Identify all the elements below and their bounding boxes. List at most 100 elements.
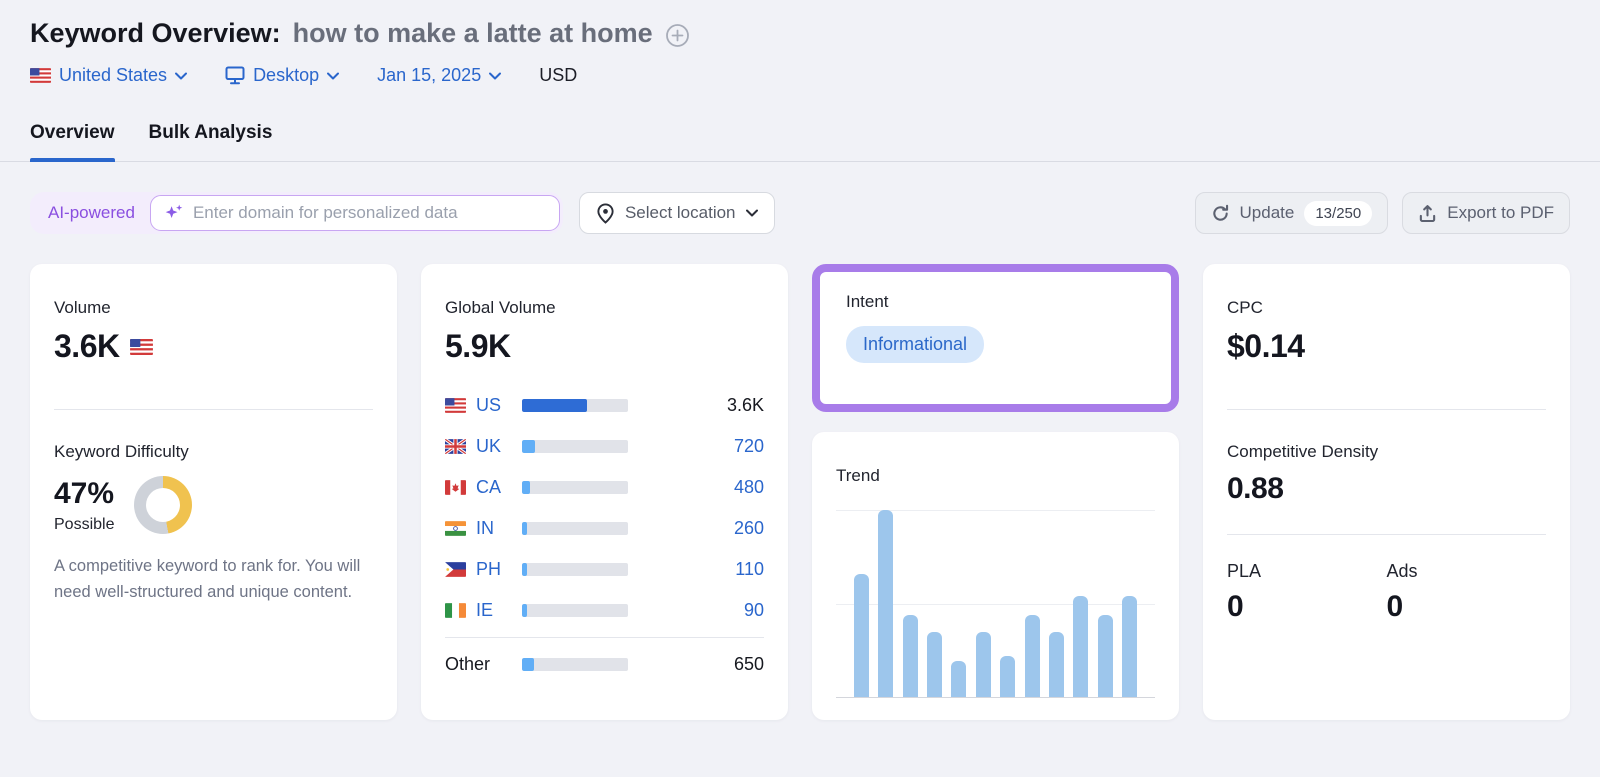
tabs-bar: Overview Bulk Analysis (0, 122, 1600, 162)
country-code-link[interactable]: US (476, 395, 512, 416)
volume-bar (522, 481, 628, 494)
cpc-card: CPC $0.14 Competitive Density 0.88 PLA 0… (1203, 264, 1570, 720)
volume-value: 3.6K (54, 328, 120, 365)
page-title: Keyword Overview: (30, 18, 281, 49)
page-header: Keyword Overview: how to make a latte at… (30, 18, 1570, 49)
intent-informational-badge[interactable]: Informational (846, 326, 984, 363)
filters-bar: United States Desktop Jan 15, 2025 USD (30, 65, 1570, 86)
tab-overview[interactable]: Overview (30, 122, 115, 161)
country-volume-value[interactable]: 480 (638, 477, 764, 498)
ph-flag-icon (445, 562, 466, 577)
trend-bar (854, 574, 869, 697)
tab-bulk-analysis[interactable]: Bulk Analysis (149, 122, 273, 161)
volume-bar (522, 399, 628, 412)
global-volume-row[interactable]: CA 480 (445, 473, 764, 501)
global-volume-row[interactable]: UK 720 (445, 432, 764, 460)
trend-bar (1098, 615, 1113, 697)
country-volume-value[interactable]: 90 (638, 600, 764, 621)
country-code-link[interactable]: CA (476, 477, 512, 498)
country-volume-value[interactable]: 110 (638, 559, 764, 580)
update-button[interactable]: Update 13/250 (1195, 192, 1389, 234)
date-selector[interactable]: Jan 15, 2025 (377, 65, 501, 86)
trend-bar (903, 615, 918, 697)
competitive-density-value: 0.88 (1227, 472, 1546, 506)
competitive-density-label: Competitive Density (1227, 442, 1546, 462)
country-volume-value[interactable]: 260 (638, 518, 764, 539)
divider (445, 637, 764, 638)
device-label: Desktop (253, 65, 319, 86)
sparkles-icon (164, 203, 184, 223)
global-volume-list: US 3.6K UK 720 CA 480 IN 260 PH 110 IE 90 (445, 391, 764, 624)
global-volume-row[interactable]: US 3.6K (445, 391, 764, 419)
divider (1227, 534, 1546, 535)
keyword-overview-page: Keyword Overview: how to make a latte at… (0, 18, 1600, 777)
ads-label: Ads (1387, 561, 1547, 582)
domain-input[interactable] (193, 203, 546, 223)
divider (1227, 409, 1546, 410)
update-quota-badge: 13/250 (1304, 201, 1372, 226)
global-volume-value: 5.9K (445, 328, 764, 365)
us-flag-icon (30, 68, 51, 83)
country-volume-value[interactable]: 720 (638, 436, 764, 457)
volume-bar (522, 563, 628, 576)
axis-baseline (836, 697, 1155, 698)
global-volume-label: Global Volume (445, 298, 764, 318)
global-volume-row[interactable]: PH 110 (445, 555, 764, 583)
volume-label: Volume (54, 298, 373, 318)
export-icon (1418, 204, 1437, 223)
chevron-down-icon (327, 72, 339, 80)
update-label: Update (1240, 203, 1295, 223)
export-pdf-button[interactable]: Export to PDF (1402, 192, 1570, 234)
country-code-link[interactable]: IN (476, 518, 512, 539)
country-code-link[interactable]: IE (476, 600, 512, 621)
add-keyword-icon[interactable] (665, 23, 690, 48)
domain-input-wrap (150, 195, 560, 231)
metrics-cards: Volume 3.6K Keyword Difficulty 47% Possi… (30, 264, 1570, 718)
trend-bar (1049, 632, 1064, 697)
intent-trend-column: Intent Informational Trend (812, 264, 1179, 720)
database-selector[interactable]: United States (30, 65, 187, 86)
refresh-icon (1211, 204, 1230, 223)
pla-label: PLA (1227, 561, 1387, 582)
chevron-down-icon (746, 209, 758, 217)
us-flag-icon (130, 339, 153, 355)
country-code-link[interactable]: PH (476, 559, 512, 580)
select-location-label: Select location (625, 203, 736, 223)
volume-bar (522, 604, 628, 617)
select-location-button[interactable]: Select location (579, 192, 775, 234)
country-volume-value[interactable]: 3.6K (638, 395, 764, 416)
global-volume-card: Global Volume 5.9K US 3.6K UK 720 CA 480 IN 260… (421, 264, 788, 720)
currency-label: USD (539, 65, 577, 86)
keyword-difficulty-label: Keyword Difficulty (54, 442, 373, 462)
intent-label: Intent (846, 292, 1145, 312)
gb-flag-icon (445, 439, 466, 454)
intent-card-highlighted: Intent Informational (812, 264, 1179, 412)
trend-bar (1073, 596, 1088, 697)
other-label: Other (445, 654, 512, 675)
global-volume-row[interactable]: IE 90 (445, 596, 764, 624)
other-volume-value: 650 (638, 654, 764, 675)
volume-bar (522, 440, 628, 453)
global-volume-row[interactable]: IN 260 (445, 514, 764, 542)
country-code-link[interactable]: UK (476, 436, 512, 457)
desktop-icon (225, 66, 245, 85)
difficulty-percent: 47% (54, 477, 114, 511)
divider (54, 409, 373, 410)
ca-flag-icon (445, 480, 466, 495)
trend-label: Trend (836, 466, 1155, 486)
trend-bar-chart (836, 510, 1155, 698)
chevron-down-icon (489, 72, 501, 80)
export-pdf-label: Export to PDF (1447, 203, 1554, 223)
ai-powered-badge: AI-powered (33, 203, 150, 223)
difficulty-level: Possible (54, 516, 114, 534)
volume-difficulty-card: Volume 3.6K Keyword Difficulty 47% Possi… (30, 264, 397, 720)
us-flag-icon (445, 398, 466, 413)
trend-bar (1000, 656, 1015, 697)
trend-bar (1122, 596, 1137, 697)
device-selector[interactable]: Desktop (225, 65, 339, 86)
in-flag-icon (445, 521, 466, 536)
ie-flag-icon (445, 603, 466, 618)
trend-card: Trend (812, 432, 1179, 720)
trend-bar (878, 510, 893, 697)
ai-domain-group: AI-powered (30, 192, 563, 234)
